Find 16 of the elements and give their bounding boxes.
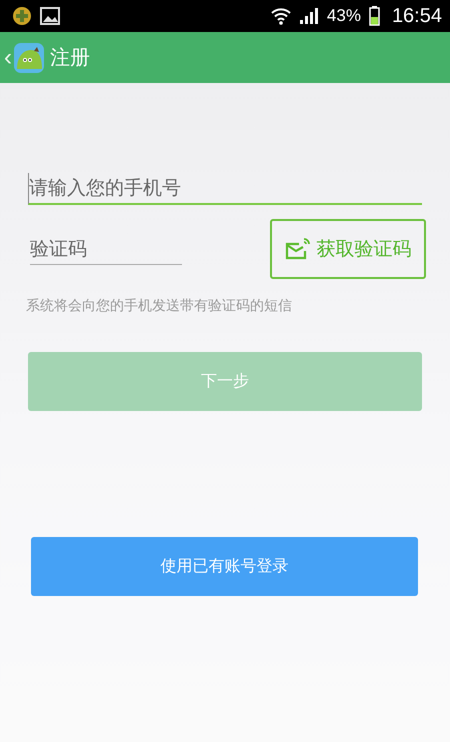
wifi-icon: [270, 7, 291, 25]
clock: 16:54: [392, 4, 442, 28]
app-logo-icon: [14, 42, 44, 72]
app-notification-icon: [12, 6, 32, 26]
back-button[interactable]: ‹: [4, 46, 12, 70]
image-icon: [40, 7, 60, 25]
signal-icon: [298, 8, 319, 24]
message-icon: [284, 238, 310, 260]
get-code-button[interactable]: 获取验证码: [270, 219, 426, 279]
battery-icon: [368, 6, 380, 26]
battery-percent: 43%: [326, 6, 361, 26]
sms-hint-text: 系统将会向您的手机发送带有验证码的短信: [26, 297, 293, 315]
phone-input-field[interactable]: 请输入您的手机号: [28, 173, 422, 205]
login-existing-account-button[interactable]: 使用已有账号登录: [31, 537, 418, 596]
verification-code-field[interactable]: 验证码: [30, 234, 182, 264]
screen-title: 注册: [50, 44, 90, 71]
